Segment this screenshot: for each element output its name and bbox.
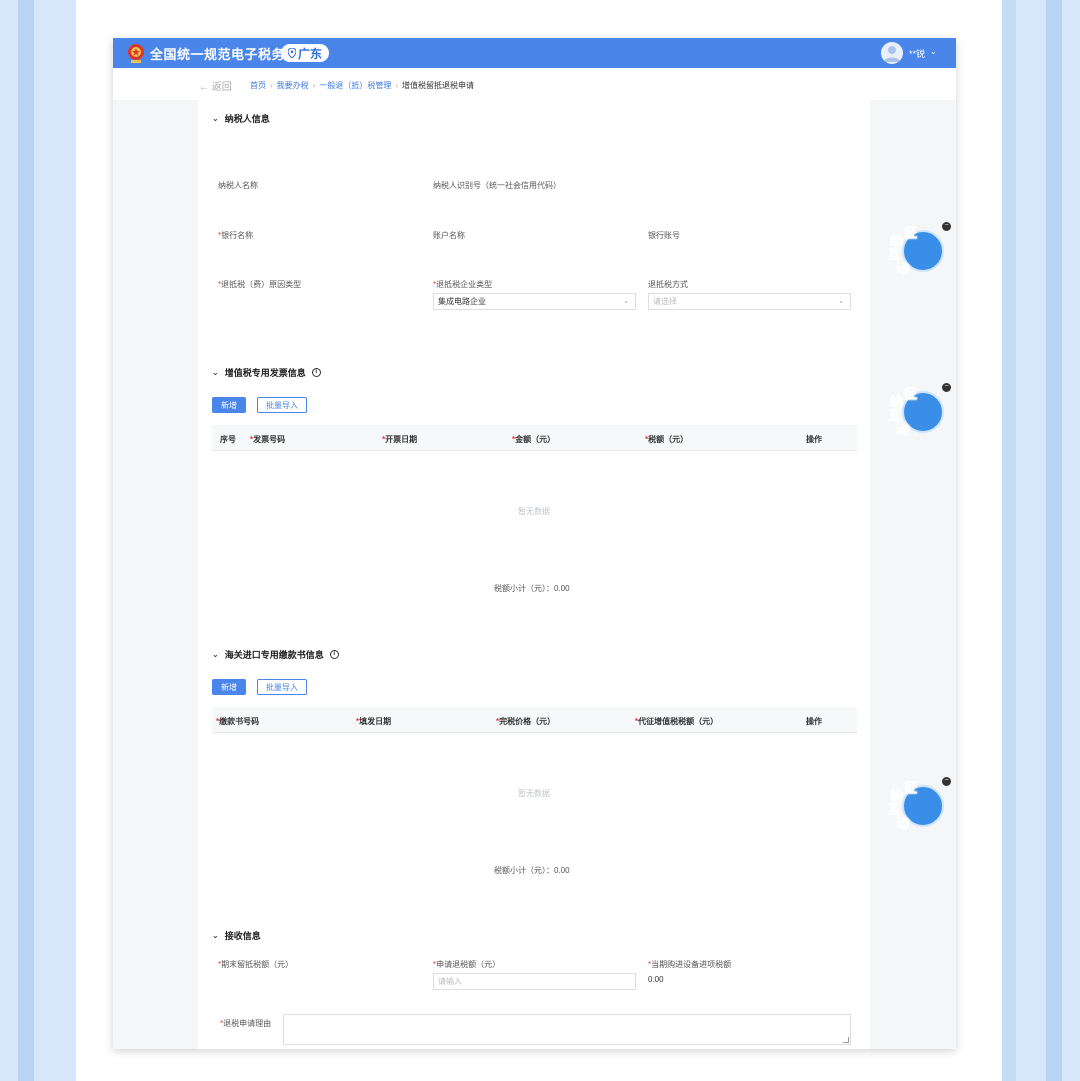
widget-char: 征 (904, 386, 918, 402)
refund-method-select[interactable]: 请选择 ⌄ (648, 293, 851, 310)
enterprise-type-label: *退抵税企业类型 (433, 280, 493, 289)
refund-reason-label: *退抵税（费）原因类型 (218, 280, 302, 289)
bank-name-label: *银行名称 (218, 231, 254, 240)
chevron-down-icon: ⌄ (212, 650, 219, 659)
close-icon[interactable]: − (942, 383, 951, 392)
vat-add-button[interactable]: 新增 (212, 397, 246, 413)
customs-subtotal: 税额小计（元）：0.00 (494, 866, 570, 875)
customs-col-number: *缴款书号码 (216, 717, 260, 726)
interaction-widget[interactable]: − 征 纳 互 动 (886, 777, 951, 837)
breadcrumb: 首页 › 我要办税 › 一般退（抵）税管理 › 增值税留抵退税申请 (250, 80, 474, 91)
vat-col-tax: *税额（元） (645, 435, 689, 444)
chevron-down-icon: ⌄ (212, 114, 219, 123)
vat-import-button[interactable]: 批量导入 (257, 397, 307, 413)
refund-reason-textarea[interactable] (283, 1014, 851, 1045)
taxpayer-name-label: 纳税人名称 (218, 181, 258, 190)
breadcrumb-separator: › (270, 81, 273, 90)
apply-amount-placeholder: 请输入 (438, 977, 462, 986)
chevron-down-icon: ⌄ (838, 298, 844, 305)
section-taxpayer-title: 纳税人信息 (224, 114, 270, 124)
section-receive-header[interactable]: ⌄ 接收信息 (212, 929, 261, 942)
section-taxpayer-header[interactable]: ⌄ 纳税人信息 (212, 112, 270, 125)
breadcrumb-tax-handling[interactable]: 我要办税 (277, 80, 309, 91)
apply-amount-label: *申请退税额（元） (433, 960, 501, 969)
decorative-frame-right-outer (1046, 0, 1062, 1081)
widget-char: 动 (896, 261, 910, 277)
apply-amount-input[interactable]: 请输入 (433, 973, 636, 990)
refund-reason-textarea-label: *退税申请理由 (220, 1019, 272, 1028)
section-vat-invoice-header[interactable]: ⌄ 增值税专用发票信息 i (212, 366, 321, 379)
breadcrumb-separator: › (395, 81, 399, 90)
breadcrumb-bar: ← 返回 首页 › 我要办税 › 一般退（抵）税管理 › 增值税留抵退税申请 (113, 68, 956, 100)
location-pin-icon (287, 48, 296, 58)
info-icon[interactable]: i (329, 650, 339, 659)
account-number-label: 银行账号 (648, 231, 680, 240)
interaction-widget[interactable]: − 征 纳 互 动 (886, 222, 951, 282)
vat-col-issue-date: *开票日期 (382, 435, 418, 444)
section-customs-header[interactable]: ⌄ 海关进口专用缴款书信息 i (212, 648, 339, 661)
customs-import-button[interactable]: 批量导入 (257, 679, 307, 695)
vat-empty-text: 暂无数据 (518, 507, 550, 516)
breadcrumb-current: 增值税留抵退税申请 (402, 81, 475, 90)
account-name-label: 账户名称 (433, 231, 465, 240)
customs-add-button[interactable]: 新增 (212, 679, 246, 695)
widget-char: 动 (896, 816, 910, 832)
breadcrumb-separator: › (312, 81, 316, 90)
close-icon[interactable]: − (942, 222, 951, 231)
decorative-frame-left (18, 0, 34, 1081)
resize-handle-icon[interactable] (843, 1037, 849, 1043)
widget-char: 动 (896, 422, 910, 438)
site-title: 全国统一规范电子税务局 (150, 47, 299, 62)
user-avatar-icon (884, 46, 900, 62)
widget-char: 征 (904, 780, 918, 796)
chevron-down-icon: ⌄ (212, 368, 219, 377)
top-bar: 全国统一规范电子税务局 广东 **锐 ⌄ (113, 38, 956, 68)
end-balance-label: *期末留抵税额（元） (218, 960, 294, 969)
customs-table-header: *缴款书号码 *填发日期 *完税价格（元） *代征增值税税额（元） 操作 (212, 707, 857, 733)
enterprise-type-value: 集成电路企业 (438, 297, 486, 306)
section-receive-title: 接收信息 (224, 931, 261, 941)
chevron-down-icon[interactable]: ⌄ (930, 47, 937, 56)
widget-char: 征 (904, 225, 918, 241)
vat-subtotal: 税额小计（元）：0.00 (494, 584, 570, 593)
customs-col-actions: 操作 (806, 717, 822, 726)
breadcrumb-home[interactable]: 首页 (250, 80, 266, 91)
decorative-frame-right-inner (1002, 0, 1016, 1081)
vat-col-amount: *金额（元） (512, 435, 556, 444)
refund-method-placeholder: 请选择 (653, 297, 677, 306)
close-icon[interactable]: − (942, 777, 951, 786)
region-name: 广东 (297, 46, 322, 61)
vat-col-actions: 操作 (806, 435, 822, 444)
equipment-tax-label: *当期购进设备进项税额 (648, 960, 732, 969)
chevron-down-icon: ⌄ (623, 298, 629, 305)
info-icon[interactable]: i (311, 368, 321, 377)
vat-table-header: 序号 *发票号码 *开票日期 *金额（元） *税额（元） 操作 (212, 425, 857, 451)
back-link[interactable]: ← 返回 (199, 78, 232, 93)
section-vat-invoice-title: 增值税专用发票信息 (224, 368, 306, 378)
region-selector[interactable]: 广东 (281, 44, 329, 62)
customs-col-vat: *代征增值税税额（元） (635, 717, 719, 726)
section-customs-title: 海关进口专用缴款书信息 (224, 650, 324, 660)
customs-col-date: *填发日期 (356, 717, 392, 726)
interaction-widget[interactable]: − 征 纳 互 动 (886, 383, 951, 443)
vat-col-index: 序号 (220, 435, 236, 444)
customs-empty-text: 暂无数据 (518, 789, 550, 798)
tax-emblem-icon (128, 44, 144, 63)
breadcrumb-refund-management[interactable]: 一般退（抵）税管理 (319, 80, 391, 91)
equipment-tax-value: 0.00 (648, 975, 664, 984)
app-window: 全国统一规范电子税务局 广东 **锐 ⌄ ← 返回 首页 › 我要办税 › 一般… (113, 38, 956, 1049)
refund-method-label: 退抵税方式 (648, 280, 688, 289)
user-name[interactable]: **锐 (909, 47, 925, 60)
chevron-down-icon: ⌄ (212, 931, 219, 940)
taxpayer-id-label: 纳税人识别号（统一社会信用代码） (433, 181, 561, 190)
customs-col-price: *完税价格（元） (496, 717, 556, 726)
user-avatar[interactable] (881, 42, 903, 64)
main-content: ⌄ 纳税人信息 纳税人名称 纳税人识别号（统一社会信用代码） *银行名称 账户名… (198, 100, 870, 1049)
enterprise-type-select[interactable]: 集成电路企业 ⌄ (433, 293, 636, 310)
vat-col-invoice-no: *发票号码 (250, 435, 286, 444)
